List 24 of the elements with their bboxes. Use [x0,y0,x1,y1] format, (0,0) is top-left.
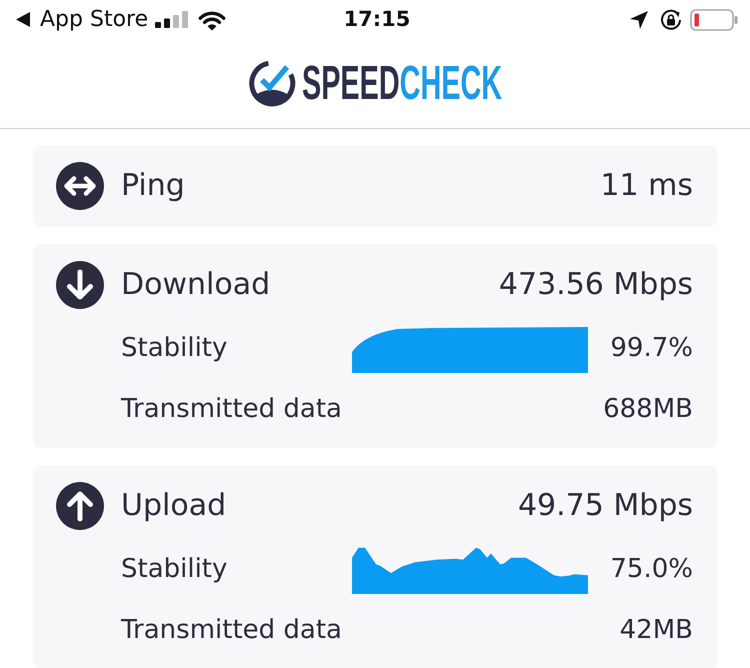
signal-icon [155,11,188,28]
stat-label: Stability [121,333,228,365]
logo-text: SPEEDCHECK [302,60,502,108]
status-time: 17:15 [344,7,410,33]
metric-label: Upload [121,488,226,524]
metric-value: 473.56 Mbps [498,267,693,303]
battery-icon [690,9,738,31]
metric-value: 49.75 Mbps [518,488,693,524]
stat-value: 688MB [603,394,693,426]
metric-label: Download [121,267,270,303]
metric-value: 11 ms [600,168,693,204]
gauge-check-icon [248,60,296,108]
stat-value: 99.7% [610,333,693,365]
metric-label: Ping [121,168,185,204]
stat-label: Stability [121,554,228,586]
wifi-icon [197,8,228,31]
triangle-icon [16,12,30,28]
stat-value: 42MB [620,615,693,647]
rotation-lock-icon [660,9,682,31]
stat-value: 75.0% [610,554,693,586]
stat-label: Transmitted data [121,615,343,647]
app-store-back-link[interactable]: App Store [16,6,148,34]
location-arrow-icon [630,11,648,29]
stat-label: Transmitted data [121,394,343,426]
